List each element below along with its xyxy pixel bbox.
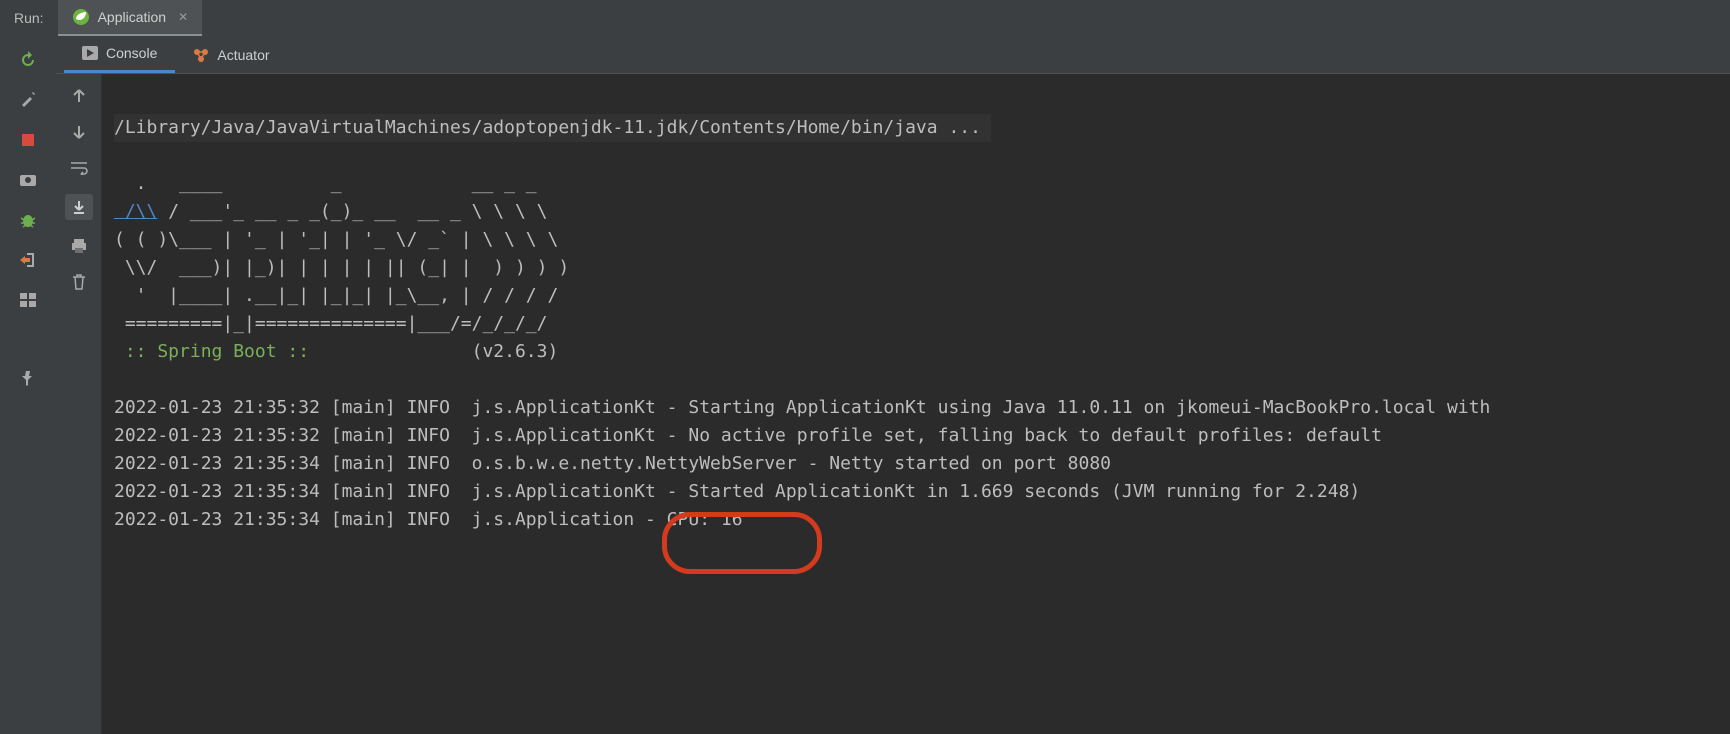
banner-line: . ____ _ __ _ _ xyxy=(114,173,537,194)
left-tool-rail xyxy=(0,36,56,734)
highlight-annotation xyxy=(662,512,822,574)
exit-button[interactable] xyxy=(18,250,38,270)
print-button[interactable] xyxy=(69,236,89,256)
panel-label: Run: xyxy=(0,0,58,36)
tool-tabstrip: Console Actuator xyxy=(56,36,1730,74)
run-config-tab[interactable]: Application ✕ xyxy=(58,0,203,36)
clear-all-button[interactable] xyxy=(69,272,89,292)
scroll-down-button[interactable] xyxy=(69,122,89,142)
scroll-up-button[interactable] xyxy=(69,86,89,106)
tab-actuator-label: Actuator xyxy=(217,47,269,63)
edit-config-button[interactable] xyxy=(18,90,38,110)
run-topbar: Run: Application ✕ xyxy=(0,0,1730,36)
tab-console-label: Console xyxy=(106,45,157,61)
log-line: 2022-01-23 21:35:34 [main] INFO o.s.b.w.… xyxy=(114,453,1111,474)
soft-wrap-button[interactable] xyxy=(69,158,89,178)
actuator-icon xyxy=(193,47,209,63)
console-toolbar xyxy=(56,74,102,734)
play-icon xyxy=(82,46,98,60)
banner-line: ' |____| .__|_| |_|_| |_\__, | / / / / xyxy=(114,285,558,306)
stop-button[interactable] xyxy=(18,130,38,150)
log-line: 2022-01-23 21:35:32 [main] INFO j.s.Appl… xyxy=(114,397,1490,418)
banner-line: =========|_|==============|___/=/_/_/_/ xyxy=(114,313,547,334)
layout-button[interactable] xyxy=(18,290,38,310)
banner-line: ( ( )\___ | '_ | '_| | '_ \/ _` | \ \ \ … xyxy=(114,229,558,250)
rerun-button[interactable] xyxy=(18,50,38,70)
log-line: 2022-01-23 21:35:32 [main] INFO j.s.Appl… xyxy=(114,425,1382,446)
scroll-to-end-button[interactable] xyxy=(65,194,93,220)
pin-button[interactable] xyxy=(18,368,38,388)
dump-threads-button[interactable] xyxy=(18,170,38,190)
log-line: 2022-01-23 21:35:34 [main] INFO j.s.Appl… xyxy=(114,509,743,530)
attach-debugger-button[interactable] xyxy=(18,210,38,230)
tab-actuator[interactable]: Actuator xyxy=(175,36,287,73)
spring-boot-version: (v2.6.3) xyxy=(320,341,558,362)
command-line: /Library/Java/JavaVirtualMachines/adopto… xyxy=(114,114,991,142)
close-icon[interactable]: ✕ xyxy=(174,10,188,24)
banner-line: / ___'_ __ _ _(_)_ __ __ _ \ \ \ \ xyxy=(157,201,547,222)
banner-line: \\/ ___)| |_)| | | | | || (_| | ) ) ) ) xyxy=(114,257,569,278)
console-output[interactable]: /Library/Java/JavaVirtualMachines/adopto… xyxy=(102,74,1730,734)
spring-boot-label: :: Spring Boot :: xyxy=(114,341,320,362)
run-config-title: Application xyxy=(98,9,167,25)
banner-link[interactable]: /\\ xyxy=(114,201,157,222)
log-line: 2022-01-23 21:35:34 [main] INFO j.s.Appl… xyxy=(114,481,1360,502)
tab-console[interactable]: Console xyxy=(64,36,175,73)
spring-leaf-icon xyxy=(72,8,90,26)
